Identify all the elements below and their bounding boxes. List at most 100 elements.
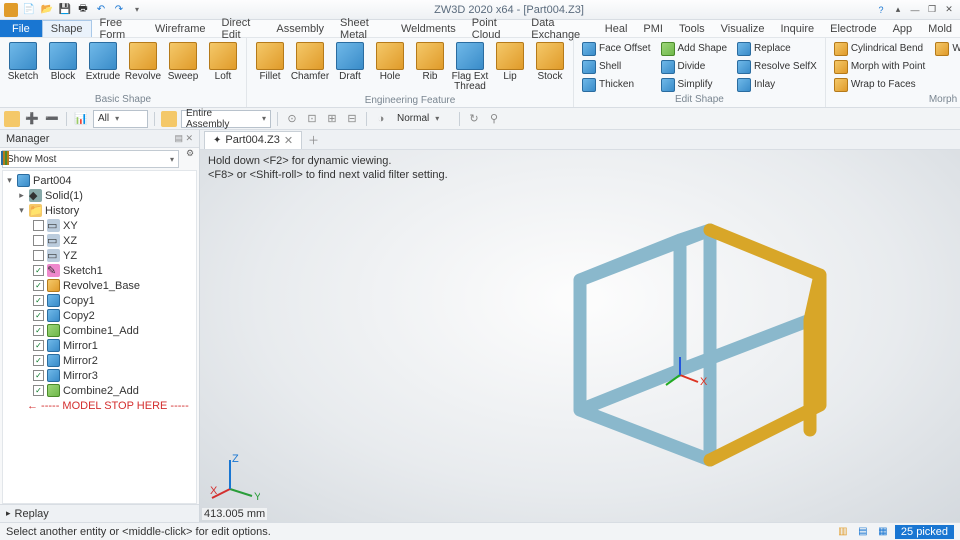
draft-button[interactable]: Draft <box>331 40 369 84</box>
save-icon[interactable]: 💾 <box>58 3 72 17</box>
tree-mirror3[interactable]: ✓Mirror3 <box>3 368 196 383</box>
tree-combine2[interactable]: ✓Combine2_Add <box>3 383 196 398</box>
tab-freeform[interactable]: Free Form <box>92 20 147 37</box>
snap-icon[interactable]: ⊙ <box>284 111 300 127</box>
flag-ext-thread-button[interactable]: Flag Ext Thread <box>451 40 489 94</box>
tree-copy2[interactable]: ✓Copy2 <box>3 308 196 323</box>
tab-heal[interactable]: Heal <box>597 20 636 37</box>
manager-opts-icon[interactable]: ⚙ <box>181 148 199 170</box>
leftcol-icon-5[interactable] <box>7 151 9 165</box>
face-offset-button[interactable]: Face Offset <box>580 40 653 57</box>
snap3-icon[interactable]: ⊞ <box>324 111 340 127</box>
tab-file[interactable]: File <box>0 20 42 37</box>
tree-combine1[interactable]: ✓Combine1_Add <box>3 323 196 338</box>
new-icon[interactable]: 📄 <box>22 3 36 17</box>
tree-part[interactable]: ▾Part004 <box>3 173 196 188</box>
snap4-icon[interactable]: ⊟ <box>344 111 360 127</box>
help-icon[interactable]: ? <box>874 4 888 16</box>
minimize-icon[interactable]: — <box>908 4 922 16</box>
model-3d[interactable]: X <box>500 180 880 510</box>
assembly-icon[interactable] <box>161 111 177 127</box>
tab-wireframe[interactable]: Wireframe <box>147 20 214 37</box>
ribbon-min-icon[interactable]: ▴ <box>891 4 905 16</box>
status-view1-icon[interactable]: ▥ <box>835 525 851 539</box>
tree-plane-yz[interactable]: ▭YZ <box>3 248 196 263</box>
refresh-icon[interactable]: ↻ <box>466 111 482 127</box>
normal-icon[interactable]: ◑ <box>373 111 389 127</box>
tab-weldments[interactable]: Weldments <box>393 20 464 37</box>
link-icon[interactable]: ⚲ <box>486 111 502 127</box>
status-view2-icon[interactable]: ▤ <box>855 525 871 539</box>
add-shape-button[interactable]: Add Shape <box>659 40 730 57</box>
rib-button[interactable]: Rib <box>411 40 449 84</box>
filter-all-combo[interactable]: All <box>93 110 148 128</box>
cylindrical-bend-button[interactable]: Cylindrical Bend <box>832 40 927 57</box>
divide-button[interactable]: Divide <box>659 58 730 75</box>
tab-visualize[interactable]: Visualize <box>713 20 773 37</box>
tree-mirror1[interactable]: ✓Mirror1 <box>3 338 196 353</box>
replace-button[interactable]: Replace <box>735 40 819 57</box>
revolve-button[interactable]: Revolve <box>124 40 162 84</box>
tree-sketch1[interactable]: ✓✎Sketch1 <box>3 263 196 278</box>
print-icon[interactable]: 🖶 <box>76 3 90 17</box>
open-icon[interactable]: 📂 <box>40 3 54 17</box>
filter-icon[interactable] <box>4 111 20 127</box>
tab-assembly[interactable]: Assembly <box>268 20 332 37</box>
hole-button[interactable]: Hole <box>371 40 409 84</box>
doc-tab-active[interactable]: ✦ Part004.Z3 ✕ <box>204 131 302 149</box>
tree-revolve1[interactable]: ✓Revolve1_Base <box>3 278 196 293</box>
status-view3-icon[interactable]: ▦ <box>875 525 891 539</box>
tab-tools[interactable]: Tools <box>671 20 713 37</box>
manager-close-icon[interactable]: ▤ ✕ <box>174 133 193 144</box>
wrap-to-faces-button[interactable]: Wrap to Faces <box>832 76 927 93</box>
tab-shape[interactable]: Shape <box>42 20 92 37</box>
maximize-icon[interactable]: ❐ <box>925 4 939 16</box>
stock-button[interactable]: Stock <box>531 40 569 84</box>
feature-tree[interactable]: ▾Part004 ▸◆Solid(1) ▾📁History ▭XY ▭XZ ▭Y… <box>2 170 197 504</box>
tree-model-stop[interactable]: ← ----- MODEL STOP HERE ----- <box>3 398 196 413</box>
chart-icon[interactable]: 📊 <box>73 111 89 127</box>
assembly-scope-combo[interactable]: Entire Assembly <box>181 110 271 128</box>
simplify-button[interactable]: Simplify <box>659 76 730 93</box>
sweep-button[interactable]: Sweep <box>164 40 202 84</box>
tree-plane-xz[interactable]: ▭XZ <box>3 233 196 248</box>
tab-mold[interactable]: Mold <box>920 20 960 37</box>
snap2-icon[interactable]: ⊡ <box>304 111 320 127</box>
tree-mirror2[interactable]: ✓Mirror2 <box>3 353 196 368</box>
tab-app[interactable]: App <box>885 20 921 37</box>
tree-history[interactable]: ▾📁History <box>3 203 196 218</box>
extrude-button[interactable]: Extrude <box>84 40 122 84</box>
tab-directedit[interactable]: Direct Edit <box>214 20 269 37</box>
chamfer-button[interactable]: Chamfer <box>291 40 329 84</box>
lip-button[interactable]: Lip <box>491 40 529 84</box>
tab-sheetmetal[interactable]: Sheet Metal <box>332 20 393 37</box>
sketch-button[interactable]: Sketch <box>4 40 42 84</box>
tab-pmi[interactable]: PMI <box>635 20 671 37</box>
morph-with-point-button[interactable]: Morph with Point <box>832 58 927 75</box>
tab-dataexchange[interactable]: Data Exchange <box>523 20 597 37</box>
replay-bar[interactable]: Replay <box>0 504 199 522</box>
thicken-button[interactable]: Thicken <box>580 76 653 93</box>
block-button[interactable]: Block <box>44 40 82 84</box>
tree-plane-xy[interactable]: ▭XY <box>3 218 196 233</box>
tree-copy1[interactable]: ✓Copy1 <box>3 293 196 308</box>
tab-inquire[interactable]: Inquire <box>772 20 822 37</box>
tab-pointcloud[interactable]: Point Cloud <box>464 20 523 37</box>
tab-electrode[interactable]: Electrode <box>822 20 884 37</box>
add-filter-icon[interactable]: ➕ <box>24 111 40 127</box>
remove-filter-icon[interactable]: ➖ <box>44 111 60 127</box>
resolve-selfx-button[interactable]: Resolve SelfX <box>735 58 819 75</box>
tree-solid[interactable]: ▸◆Solid(1) <box>3 188 196 203</box>
undo-icon[interactable]: ↶ <box>94 3 108 17</box>
redo-icon[interactable]: ↷ <box>112 3 126 17</box>
viewport-3d[interactable]: Hold down <F2> for dynamic viewing.<F8> … <box>200 150 960 522</box>
doc-tab-add[interactable]: ＋ <box>302 130 325 150</box>
show-most-combo[interactable]: Show Most <box>2 150 179 168</box>
fillet-button[interactable]: Fillet <box>251 40 289 84</box>
qat-more-icon[interactable]: ▾ <box>130 3 144 17</box>
view-triad[interactable]: Y X Z <box>210 454 260 504</box>
wrap-pattern-to-faces-button[interactable]: Wrap Pattern to Faces <box>933 40 960 57</box>
loft-button[interactable]: Loft <box>204 40 242 84</box>
close-icon[interactable]: ✕ <box>942 4 956 16</box>
inlay-button[interactable]: Inlay <box>735 76 819 93</box>
